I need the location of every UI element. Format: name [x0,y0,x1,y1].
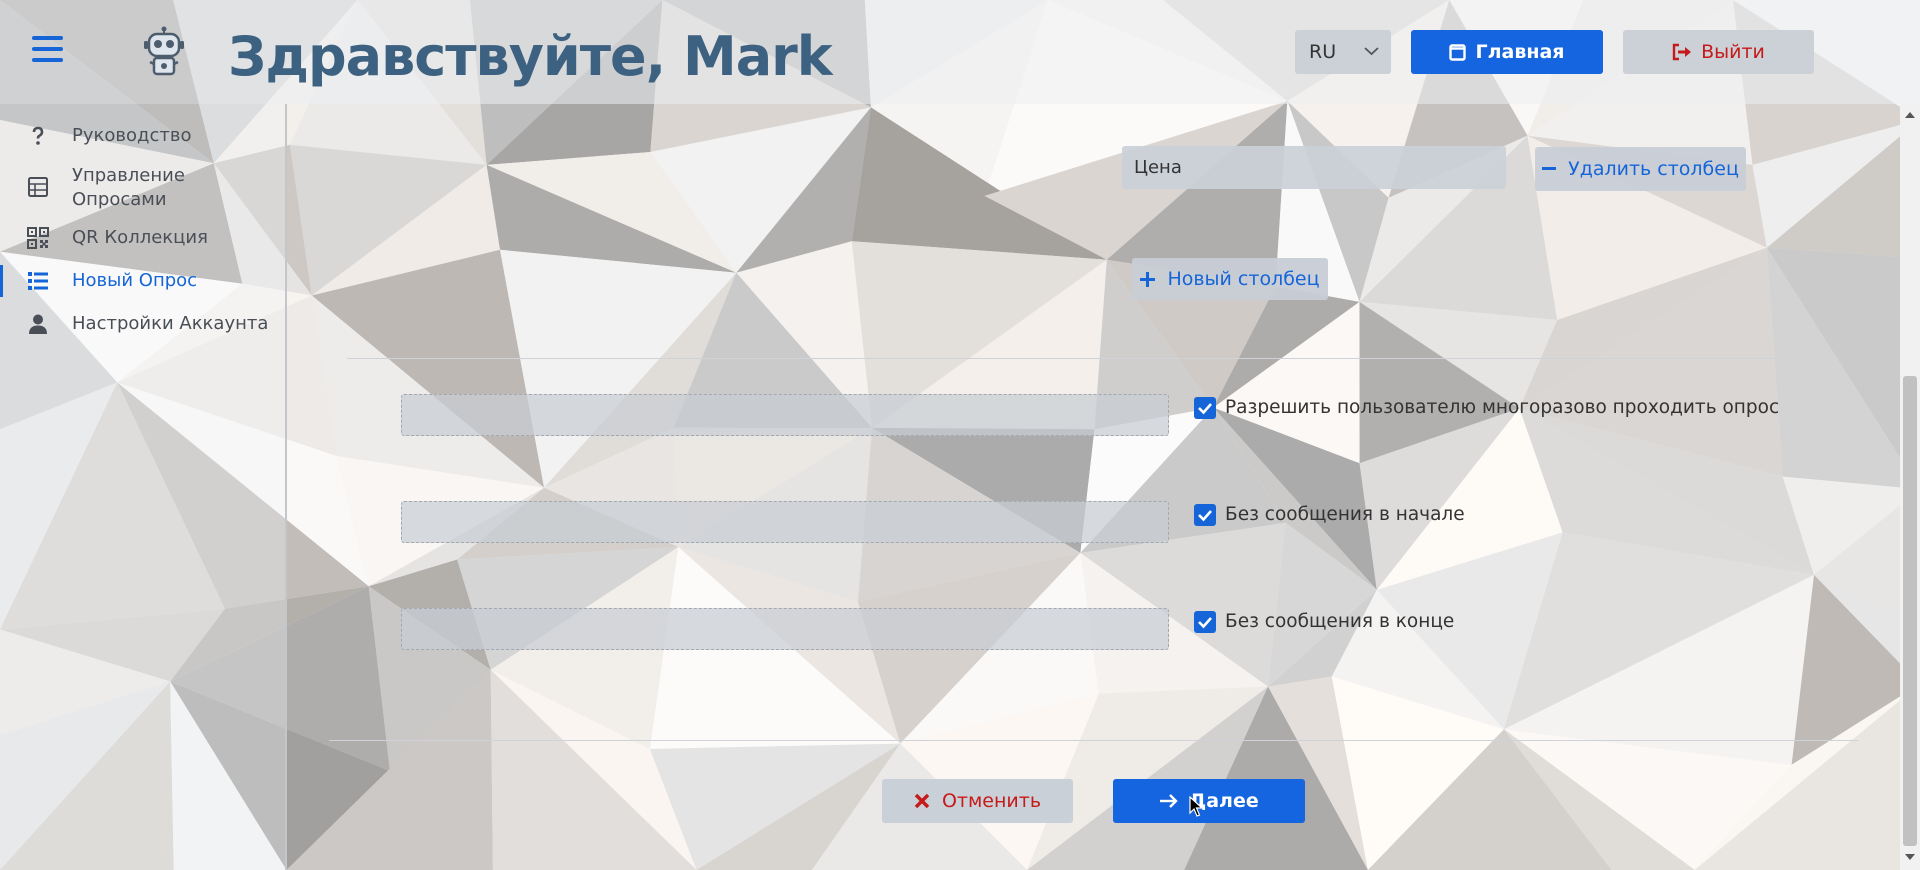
remove-column-label: Удалить столбец [1568,158,1739,180]
option-label: Разрешить пользователю многоразово прохо… [1225,397,1780,418]
sidebar-item-label: Настройки Аккаунта [72,313,269,334]
scroll-up-arrow-icon[interactable] [1905,112,1915,118]
add-column-button[interactable]: Новый столбец [1132,258,1328,300]
chevron-down-icon [1364,47,1379,56]
sidebar-item-label: Новый Опрос [72,270,198,291]
language-select[interactable]: RU [1295,30,1391,74]
active-indicator [0,265,3,297]
sidebar-item-label: QR Коллекция [72,227,208,248]
add-column-label: Новый столбец [1167,268,1320,290]
sidebar-item-guide[interactable]: Руководство [0,124,285,154]
home-button-label: Главная [1475,41,1565,63]
section-divider [347,358,1839,359]
sidebar: Руководство Управление Опросами QR Колле… [0,104,287,870]
window-icon [1449,43,1467,61]
start-message-input[interactable] [401,501,1169,543]
option-checkbox[interactable] [1194,397,1216,419]
cancel-button-label: Отменить [941,790,1042,812]
survey-management-icon [28,177,48,197]
arrow-right-icon [1160,794,1178,808]
vertical-scrollbar[interactable] [1900,104,1920,870]
checkmark-icon [1198,617,1212,629]
column-name-input[interactable]: Цена [1122,146,1506,189]
home-button[interactable]: Главная [1411,30,1603,74]
scroll-down-arrow-icon[interactable] [1905,854,1915,860]
question-icon [32,126,44,145]
no-start-message-checkbox[interactable] [1194,504,1216,526]
survey-editor: Цена Удалить столбец Новый столбец Разре… [287,104,1900,870]
logout-button[interactable]: Выйти [1623,30,1814,74]
qr-code-icon [27,227,49,249]
next-button[interactable]: Далее [1113,779,1305,823]
logout-button-label: Выйти [1701,41,1765,63]
sign-out-icon [1672,43,1692,61]
list-icon [28,272,48,290]
no-end-message-label: Без сообщения в конце [1225,611,1455,632]
cancel-button[interactable]: Отменить [882,779,1073,823]
page-title: Здравствуйте, Mark [228,25,833,88]
robot-logo-icon [144,26,184,76]
menu-toggle-icon[interactable] [32,36,63,64]
sidebar-item-qr-collection[interactable]: QR Коллекция [0,226,285,256]
end-message-input[interactable] [401,608,1169,650]
option-text-input[interactable] [401,394,1169,436]
close-icon [914,793,930,809]
sidebar-item-new-survey[interactable]: Новый Опрос [0,265,285,299]
scroll-thumb[interactable] [1903,376,1917,846]
no-end-message-checkbox[interactable] [1194,611,1216,633]
plus-icon [1140,271,1156,287]
user-icon [29,314,47,334]
no-start-message-label: Без сообщения в начале [1225,504,1465,525]
remove-column-button[interactable]: Удалить столбец [1535,147,1746,191]
footer-divider [329,740,1858,741]
checkmark-icon [1198,403,1212,415]
checkmark-icon [1198,510,1212,522]
sidebar-item-label: Руководство [72,125,192,146]
language-value: RU [1309,41,1337,63]
sidebar-item-label: Управление Опросами [72,165,185,210]
minus-icon [1542,167,1557,170]
sidebar-item-account-settings[interactable]: Настройки Аккаунта [0,312,285,342]
mouse-cursor-icon [1189,796,1203,817]
sidebar-item-survey-management[interactable]: Управление Опросами [0,164,285,216]
top-header: Здравствуйте, Mark RU Главная Выйти [0,0,1920,104]
